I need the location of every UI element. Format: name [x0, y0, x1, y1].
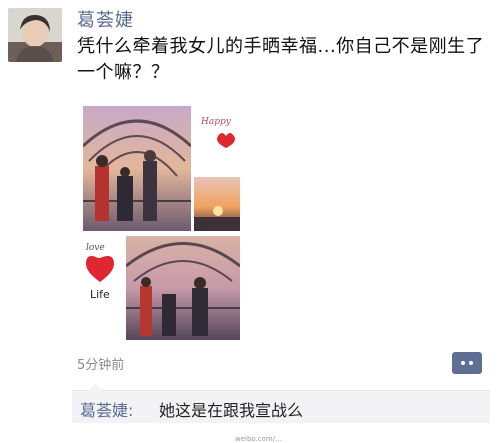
comment-button[interactable]	[452, 352, 482, 374]
happy-label: Happy	[200, 117, 232, 127]
dot-icon	[469, 361, 473, 365]
love-label: love	[86, 243, 105, 253]
post-text: 凭什么牵着我女儿的手晒幸福...你自己不是刚生了一个嘛？？	[77, 36, 485, 83]
comment-area: 葛荟婕: 她这是在跟我宣战么	[72, 383, 490, 423]
photo-watermark: weibo.com/...	[235, 435, 282, 443]
photo-bridge-walk[interactable]	[126, 236, 240, 340]
life-label: Life	[90, 288, 110, 301]
happy-card[interactable]: Happy	[196, 106, 240, 172]
love-life-card[interactable]: love Life	[80, 236, 124, 306]
comment-text: 她这是在跟我宣战么	[159, 401, 304, 420]
post-timestamp: 5分钟前	[77, 358, 125, 373]
photo-bridge-family[interactable]	[83, 106, 191, 231]
photo-collage[interactable]: Happy love Life weibo.com/...	[80, 103, 282, 443]
comment-author[interactable]: 葛荟婕:	[80, 397, 133, 421]
post-author-name[interactable]: 葛荟婕	[77, 6, 134, 32]
avatar[interactable]	[8, 8, 62, 62]
dot-icon	[461, 361, 465, 365]
avatar-image	[8, 8, 62, 62]
photo-sunset[interactable]	[194, 177, 240, 231]
heart-icon	[86, 256, 114, 282]
